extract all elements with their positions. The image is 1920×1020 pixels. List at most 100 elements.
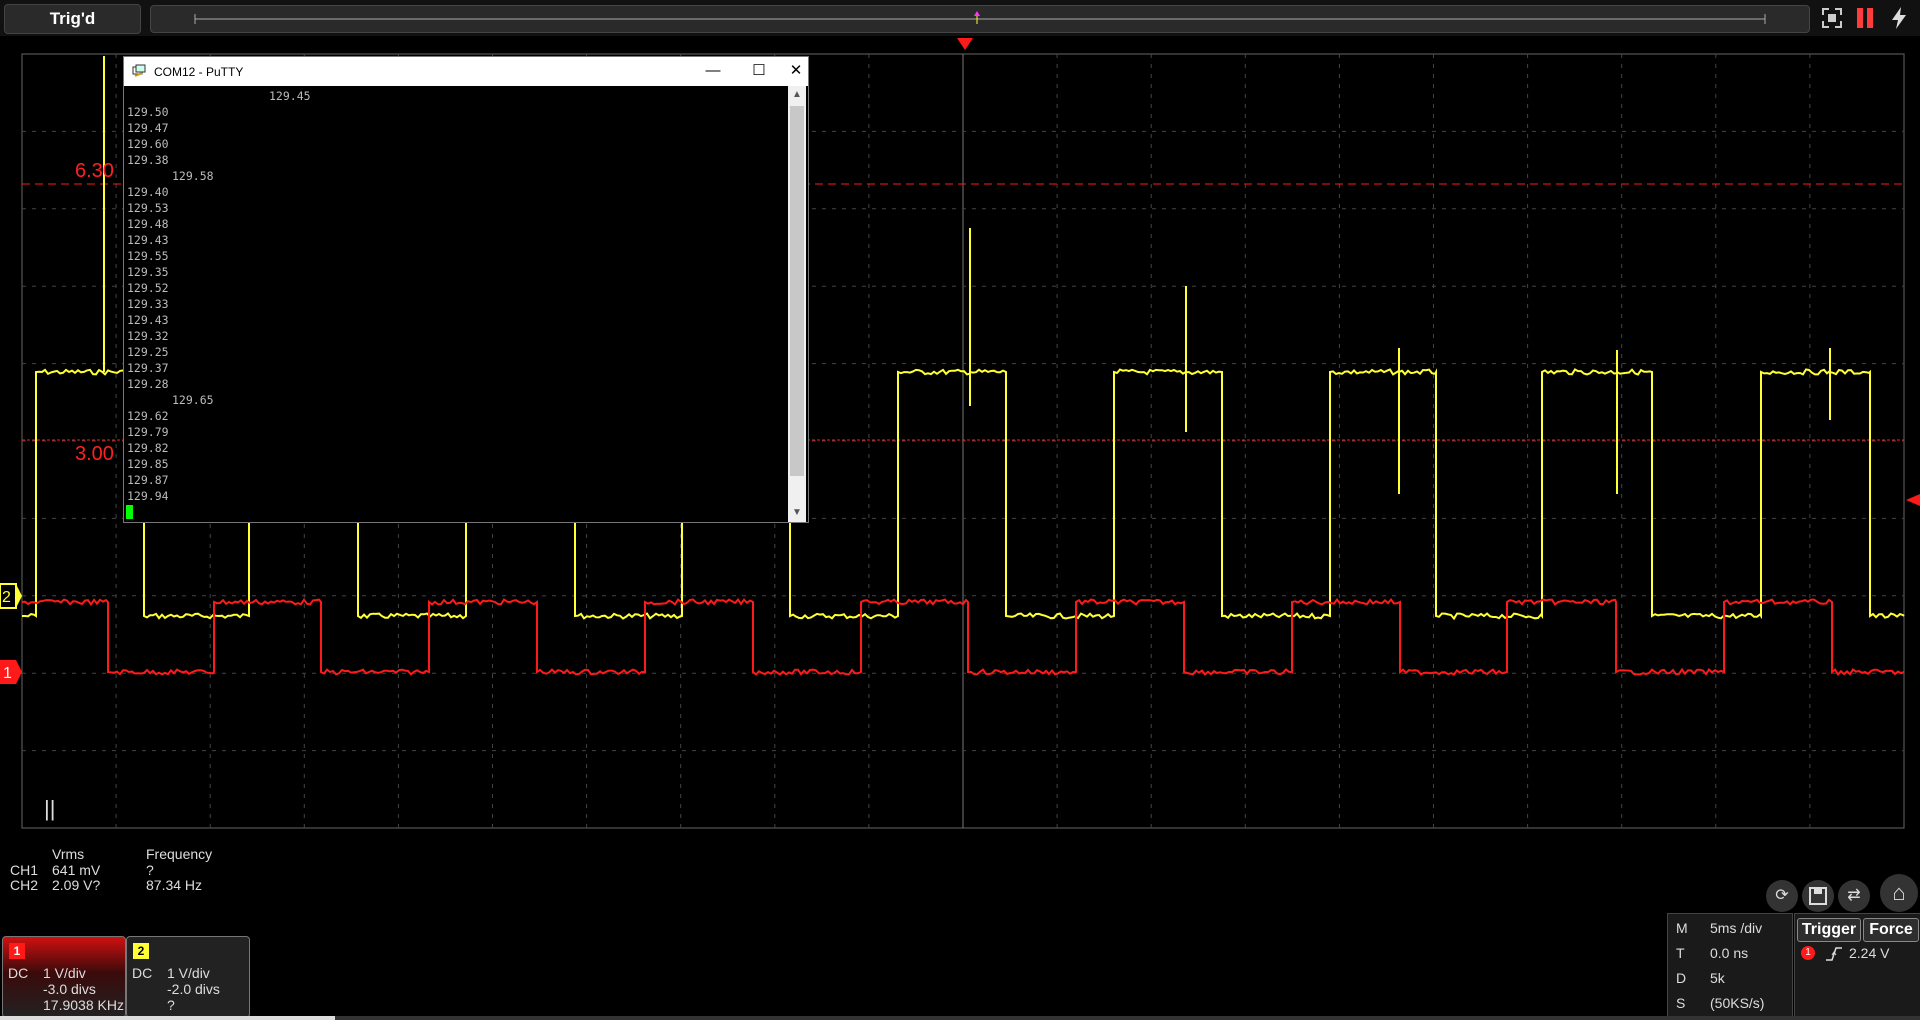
- trigger-position-marker[interactable]: [957, 38, 973, 50]
- timeline-overview[interactable]: [150, 5, 1810, 33]
- ch1-coupling: DC: [8, 965, 29, 981]
- meas-ch1-frequency: ?: [146, 862, 154, 878]
- pause-icon-glyph: [1857, 8, 1873, 28]
- force-button[interactable]: Force: [1863, 918, 1919, 942]
- terminal-line: 129.50: [127, 105, 169, 119]
- terminal-line: 129.52: [127, 281, 169, 295]
- terminal-line: 129.58: [172, 169, 214, 183]
- terminal-line: 129.33: [127, 297, 169, 311]
- bottom-scrollbar[interactable]: [0, 1016, 1920, 1020]
- ch1-scale: 1 V/div: [43, 965, 86, 981]
- trigger-panel[interactable]: Trigger Force 1 2.24 V: [1794, 913, 1920, 1019]
- ch2-number: 2: [133, 943, 149, 959]
- trigger-status-button[interactable]: Trig'd: [4, 4, 141, 34]
- samplerate-row[interactable]: S (50KS/s): [1676, 991, 1792, 1015]
- ch2-marker[interactable]: 2: [0, 583, 22, 609]
- timebase-row[interactable]: M 5ms /div: [1676, 916, 1792, 940]
- terminal-line: 129.85: [127, 457, 169, 471]
- ch2-marker-label: 2: [2, 589, 11, 606]
- timeline-overview-track: [194, 11, 1766, 24]
- ch1-number: 1: [9, 943, 25, 959]
- ch1-frequency: 17.9038 KHz: [43, 997, 124, 1013]
- delay-value: 0.0 ns: [1710, 945, 1749, 961]
- power-icon[interactable]: [1886, 6, 1912, 30]
- putty-window[interactable]: COM12 - PuTTY — ☐ ✕ 129.45 129.50 129.47 12…: [123, 56, 809, 523]
- terminal-line: 129.48: [127, 217, 169, 231]
- meas-ch1-label: CH1: [10, 862, 39, 878]
- terminal-line: 129.55: [127, 249, 169, 263]
- vrms-header: Vrms: [52, 846, 85, 862]
- export-icon[interactable]: ⇄: [1838, 880, 1870, 912]
- terminal-cursor: [126, 505, 133, 519]
- depth-key: D: [1676, 970, 1687, 986]
- ch2-coupling: DC: [132, 965, 153, 981]
- terminal-line: 129.53: [127, 201, 169, 215]
- power-icon-glyph: [1892, 7, 1906, 29]
- save-icon-glyph: [1809, 887, 1827, 905]
- ch2-scale: 1 V/div: [167, 965, 210, 981]
- depth-row[interactable]: D 5k: [1676, 966, 1792, 990]
- putty-app-icon: [132, 64, 146, 77]
- terminal-line: 129.45: [269, 89, 311, 103]
- terminal-line: 129.82: [127, 441, 169, 455]
- samplerate-value: (50KS/s): [1710, 995, 1765, 1011]
- save-icon[interactable]: [1802, 880, 1834, 912]
- timebase-key: M: [1676, 920, 1688, 936]
- trigger-button[interactable]: Trigger: [1797, 918, 1861, 942]
- scroll-thumb[interactable]: [790, 106, 804, 476]
- pause-icon[interactable]: [1852, 6, 1878, 30]
- terminal-line: 129.25: [127, 345, 169, 359]
- terminal-line: 129.47: [127, 121, 169, 135]
- putty-titlebar[interactable]: COM12 - PuTTY — ☐ ✕: [124, 57, 808, 86]
- frequency-header: Frequency: [146, 846, 213, 862]
- bottom-scroll-thumb[interactable]: [0, 1016, 335, 1020]
- depth-value: 5k: [1710, 970, 1725, 986]
- ch1-offset: -3.0 divs: [43, 981, 96, 997]
- ch1-marker[interactable]: 1: [0, 660, 22, 684]
- delay-key: T: [1676, 945, 1685, 961]
- maximize-icon[interactable]: ☐: [739, 60, 779, 82]
- terminal-line: 129.60: [127, 137, 169, 151]
- terminal-line: 129.43: [127, 233, 169, 247]
- meas-ch1-vrms: 641 mV: [52, 862, 101, 878]
- terminal-line: 129.28: [127, 377, 169, 391]
- terminal-line: 129.35: [127, 265, 169, 279]
- ch2-settings[interactable]: 2 DC 1 V/div -2.0 divs ?: [126, 936, 250, 1018]
- home-icon[interactable]: ⌂: [1880, 874, 1918, 912]
- trigger-level: 2.24 V: [1849, 945, 1890, 961]
- fullscreen-icon-glyph: [1822, 8, 1842, 28]
- ch2-offset: -2.0 divs: [167, 981, 220, 997]
- putty-scrollbar[interactable]: ▲ ▼: [788, 86, 806, 522]
- minimize-icon[interactable]: —: [693, 60, 733, 82]
- ch1-settings[interactable]: 1 DC 1 V/div -3.0 divs 17.9038 KHz: [2, 936, 126, 1018]
- trigger-level-marker[interactable]: [1906, 494, 1920, 506]
- terminal-line: 129.65: [172, 393, 214, 407]
- putty-title-text: COM12 - PuTTY: [154, 65, 244, 79]
- trigger-source-badge: 1: [1801, 946, 1815, 960]
- upper-level-label: 6.30: [75, 160, 114, 182]
- scroll-up-icon[interactable]: ▲: [788, 86, 806, 104]
- terminal-line: 129.87: [127, 473, 169, 487]
- meas-ch2-label: CH2: [10, 877, 39, 893]
- timebase-panel[interactable]: M 5ms /div T 0.0 ns D 5k S (50KS/s): [1667, 913, 1793, 1019]
- terminal-line: 129.32: [127, 329, 169, 343]
- scroll-down-icon[interactable]: ▼: [788, 504, 806, 522]
- delay-row[interactable]: T 0.0 ns: [1676, 941, 1792, 965]
- ch2-frequency: ?: [167, 997, 175, 1013]
- meas-ch2-frequency: 87.34 Hz: [146, 877, 203, 893]
- fullscreen-icon[interactable]: [1819, 6, 1845, 30]
- autoset-icon[interactable]: ⟳: [1766, 880, 1798, 912]
- meas-ch2-vrms: 2.09 V?: [52, 877, 101, 893]
- terminal-line: 129.79: [127, 425, 169, 439]
- terminal-line: 129.62: [127, 409, 169, 423]
- terminal-line: 129.37: [127, 361, 169, 375]
- ch1-marker-label: 1: [3, 665, 12, 682]
- run-indicator: ||: [44, 796, 55, 821]
- close-icon[interactable]: ✕: [785, 60, 807, 82]
- lower-level-label: 3.00: [75, 443, 114, 465]
- samplerate-key: S: [1676, 995, 1686, 1011]
- terminal-line: 129.43: [127, 313, 169, 327]
- timebase-value: 5ms /div: [1710, 920, 1763, 936]
- terminal-line: 129.94: [127, 489, 169, 503]
- putty-terminal[interactable]: 129.45 129.50 129.47 129.60 129.38 129.58 129.…: [124, 86, 788, 522]
